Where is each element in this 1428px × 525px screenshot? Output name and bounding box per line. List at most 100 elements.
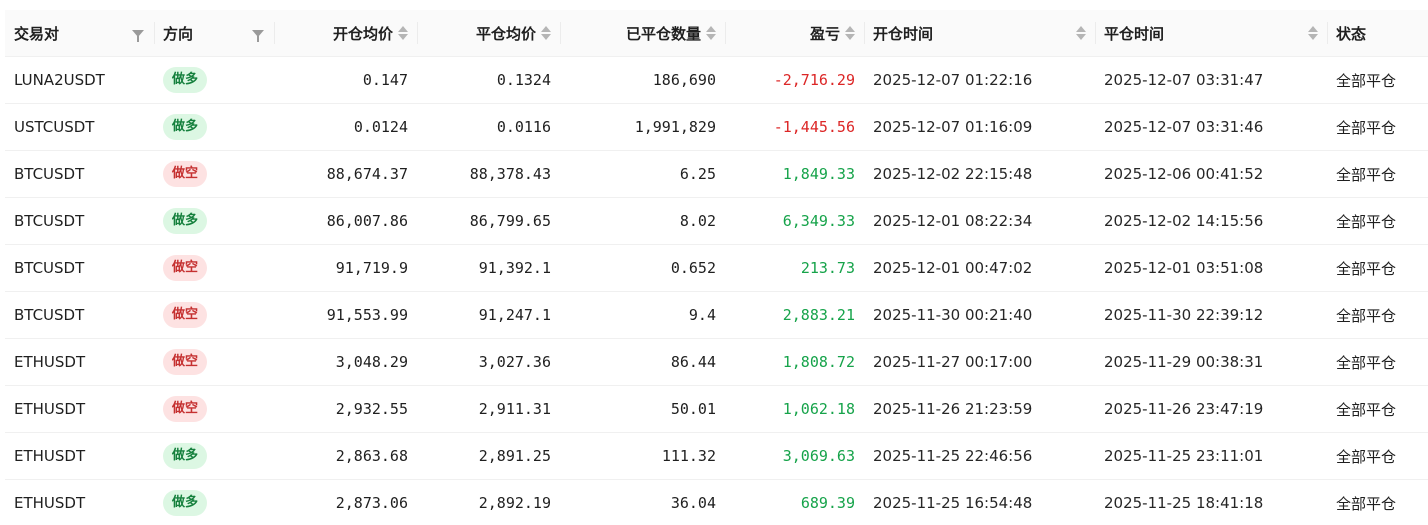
open-time-value: 2025-12-07 01:22:16	[873, 71, 1033, 89]
col-header-closed-qty[interactable]: 已平仓数量	[560, 10, 725, 56]
pair-text: ETHUSDT	[14, 494, 86, 512]
table-row[interactable]: ETHUSDT 做空 2,932.55 2,911.31 50.01 1,062.18 20…	[5, 386, 1428, 433]
cell-closed-qty: 1,991,829	[560, 104, 725, 150]
open-time-value: 2025-12-01 08:22:34	[873, 212, 1033, 230]
col-header-label: 平仓时间	[1104, 24, 1165, 43]
cell-close-time: 2025-12-06 00:41:52	[1095, 151, 1327, 197]
cell-close-time: 2025-11-30 22:39:12	[1095, 292, 1327, 338]
filter-icon[interactable]	[132, 29, 144, 42]
cell-close-time: 2025-12-02 14:15:56	[1095, 198, 1327, 244]
closed-qty-value: 0.652	[670, 259, 716, 277]
cell-pnl: 213.73	[725, 245, 864, 291]
cell-direction: 做多	[154, 57, 274, 103]
col-header-label: 平仓均价	[475, 24, 536, 43]
status-text: 全部平仓	[1336, 306, 1397, 325]
open-time-value: 2025-12-07 01:16:09	[873, 118, 1033, 136]
direction-badge: 做多	[163, 490, 208, 516]
table-row[interactable]: ETHUSDT 做空 3,048.29 3,027.36 86.44 1,808.72 20…	[5, 339, 1428, 386]
cell-pnl: 1,849.33	[725, 151, 864, 197]
pair-text: ETHUSDT	[14, 400, 86, 418]
direction-badge: 做多	[163, 208, 208, 234]
col-header-open-time[interactable]: 开仓时间	[864, 10, 1095, 56]
close-time-value: 2025-11-26 23:47:19	[1104, 400, 1264, 418]
sort-icon[interactable]	[1076, 26, 1086, 40]
col-header-label: 方向	[163, 24, 194, 43]
closed-qty-value: 50.01	[670, 400, 716, 418]
col-header-status: 状态	[1327, 10, 1428, 56]
cell-open-avg: 0.0124	[274, 104, 417, 150]
closed-qty-value: 186,690	[652, 71, 716, 89]
table-row[interactable]: LUNA2USDT 做多 0.147 0.1324 186,690 -2,716.29 20…	[5, 57, 1428, 104]
close-time-value: 2025-11-30 22:39:12	[1104, 306, 1264, 324]
cell-closed-qty: 186,690	[560, 57, 725, 103]
cell-close-time: 2025-12-07 03:31:46	[1095, 104, 1327, 150]
table-row[interactable]: USTCUSDT 做多 0.0124 0.0116 1,991,829 -1,445.56…	[5, 104, 1428, 151]
filter-icon[interactable]	[252, 29, 264, 42]
col-header-close-time[interactable]: 平仓时间	[1095, 10, 1327, 56]
pnl-value: 6,349.33	[782, 212, 855, 230]
cell-close-avg: 0.0116	[417, 104, 560, 150]
open-avg-value: 91,719.9	[335, 259, 408, 277]
sort-icon[interactable]	[845, 26, 855, 40]
pnl-value: -2,716.29	[773, 71, 855, 89]
cell-open-avg: 0.147	[274, 57, 417, 103]
cell-direction: 做多	[154, 104, 274, 150]
col-header-label: 已平仓数量	[625, 24, 701, 43]
closed-qty-value: 86.44	[670, 353, 716, 371]
cell-open-avg: 91,719.9	[274, 245, 417, 291]
cell-close-avg: 88,378.43	[417, 151, 560, 197]
close-avg-value: 86,799.65	[469, 212, 551, 230]
table-row[interactable]: BTCUSDT 做空 91,553.99 91,247.1 9.4 2,883.21 202…	[5, 292, 1428, 339]
col-header-pair[interactable]: 交易对	[5, 10, 154, 56]
close-avg-value: 91,247.1	[478, 306, 551, 324]
closed-qty-value: 1,991,829	[634, 118, 716, 136]
status-text: 全部平仓	[1336, 353, 1397, 372]
col-header-close-avg[interactable]: 平仓均价	[417, 10, 560, 56]
cell-closed-qty: 50.01	[560, 386, 725, 432]
col-header-label: 状态	[1336, 24, 1367, 43]
cell-pair: ETHUSDT	[5, 480, 154, 525]
table-row[interactable]: ETHUSDT 做多 2,873.06 2,892.19 36.04 689.39 2025…	[5, 480, 1428, 525]
pnl-value: 1,062.18	[782, 400, 855, 418]
table-row[interactable]: BTCUSDT 做空 91,719.9 91,392.1 0.652 213.73 2025…	[5, 245, 1428, 292]
sort-icon[interactable]	[398, 26, 408, 40]
close-time-value: 2025-12-02 14:15:56	[1104, 212, 1264, 230]
cell-open-avg: 2,932.55	[274, 386, 417, 432]
pair-text: ETHUSDT	[14, 447, 86, 465]
cell-open-time: 2025-11-27 00:17:00	[864, 339, 1095, 385]
table-row[interactable]: BTCUSDT 做空 88,674.37 88,378.43 6.25 1,849.33 2…	[5, 151, 1428, 198]
col-header-open-avg[interactable]: 开仓均价	[274, 10, 417, 56]
sort-icon[interactable]	[1308, 26, 1318, 40]
closed-qty-value: 9.4	[688, 306, 716, 324]
cell-direction: 做多	[154, 198, 274, 244]
cell-close-avg: 0.1324	[417, 57, 560, 103]
cell-close-time: 2025-11-26 23:47:19	[1095, 386, 1327, 432]
status-text: 全部平仓	[1336, 259, 1397, 278]
cell-open-time: 2025-11-30 00:21:40	[864, 292, 1095, 338]
cell-pair: BTCUSDT	[5, 198, 154, 244]
cell-pair: ETHUSDT	[5, 339, 154, 385]
sort-icon[interactable]	[541, 26, 551, 40]
cell-open-avg: 86,007.86	[274, 198, 417, 244]
direction-badge: 做多	[163, 443, 208, 469]
table-row[interactable]: ETHUSDT 做多 2,863.68 2,891.25 111.32 3,069.63 2…	[5, 433, 1428, 480]
col-header-direction[interactable]: 方向	[154, 10, 274, 56]
cell-pair: ETHUSDT	[5, 433, 154, 479]
cell-close-time: 2025-12-07 03:31:47	[1095, 57, 1327, 103]
close-avg-value: 3,027.36	[478, 353, 551, 371]
table-row[interactable]: BTCUSDT 做多 86,007.86 86,799.65 8.02 6,349.33 2…	[5, 198, 1428, 245]
sort-icon[interactable]	[706, 26, 716, 40]
cell-open-avg: 2,873.06	[274, 480, 417, 525]
open-avg-value: 91,553.99	[326, 306, 408, 324]
close-time-value: 2025-12-01 03:51:08	[1104, 259, 1264, 277]
cell-pnl: 1,808.72	[725, 339, 864, 385]
close-avg-value: 0.0116	[496, 118, 551, 136]
close-time-value: 2025-11-25 18:41:18	[1104, 494, 1264, 512]
cell-open-avg: 88,674.37	[274, 151, 417, 197]
col-header-label: 开仓均价	[332, 24, 393, 43]
col-header-pnl[interactable]: 盈亏	[725, 10, 864, 56]
cell-direction: 做空	[154, 292, 274, 338]
cell-status: 全部平仓	[1327, 433, 1428, 479]
open-time-value: 2025-12-01 00:47:02	[873, 259, 1033, 277]
cell-open-time: 2025-12-07 01:22:16	[864, 57, 1095, 103]
